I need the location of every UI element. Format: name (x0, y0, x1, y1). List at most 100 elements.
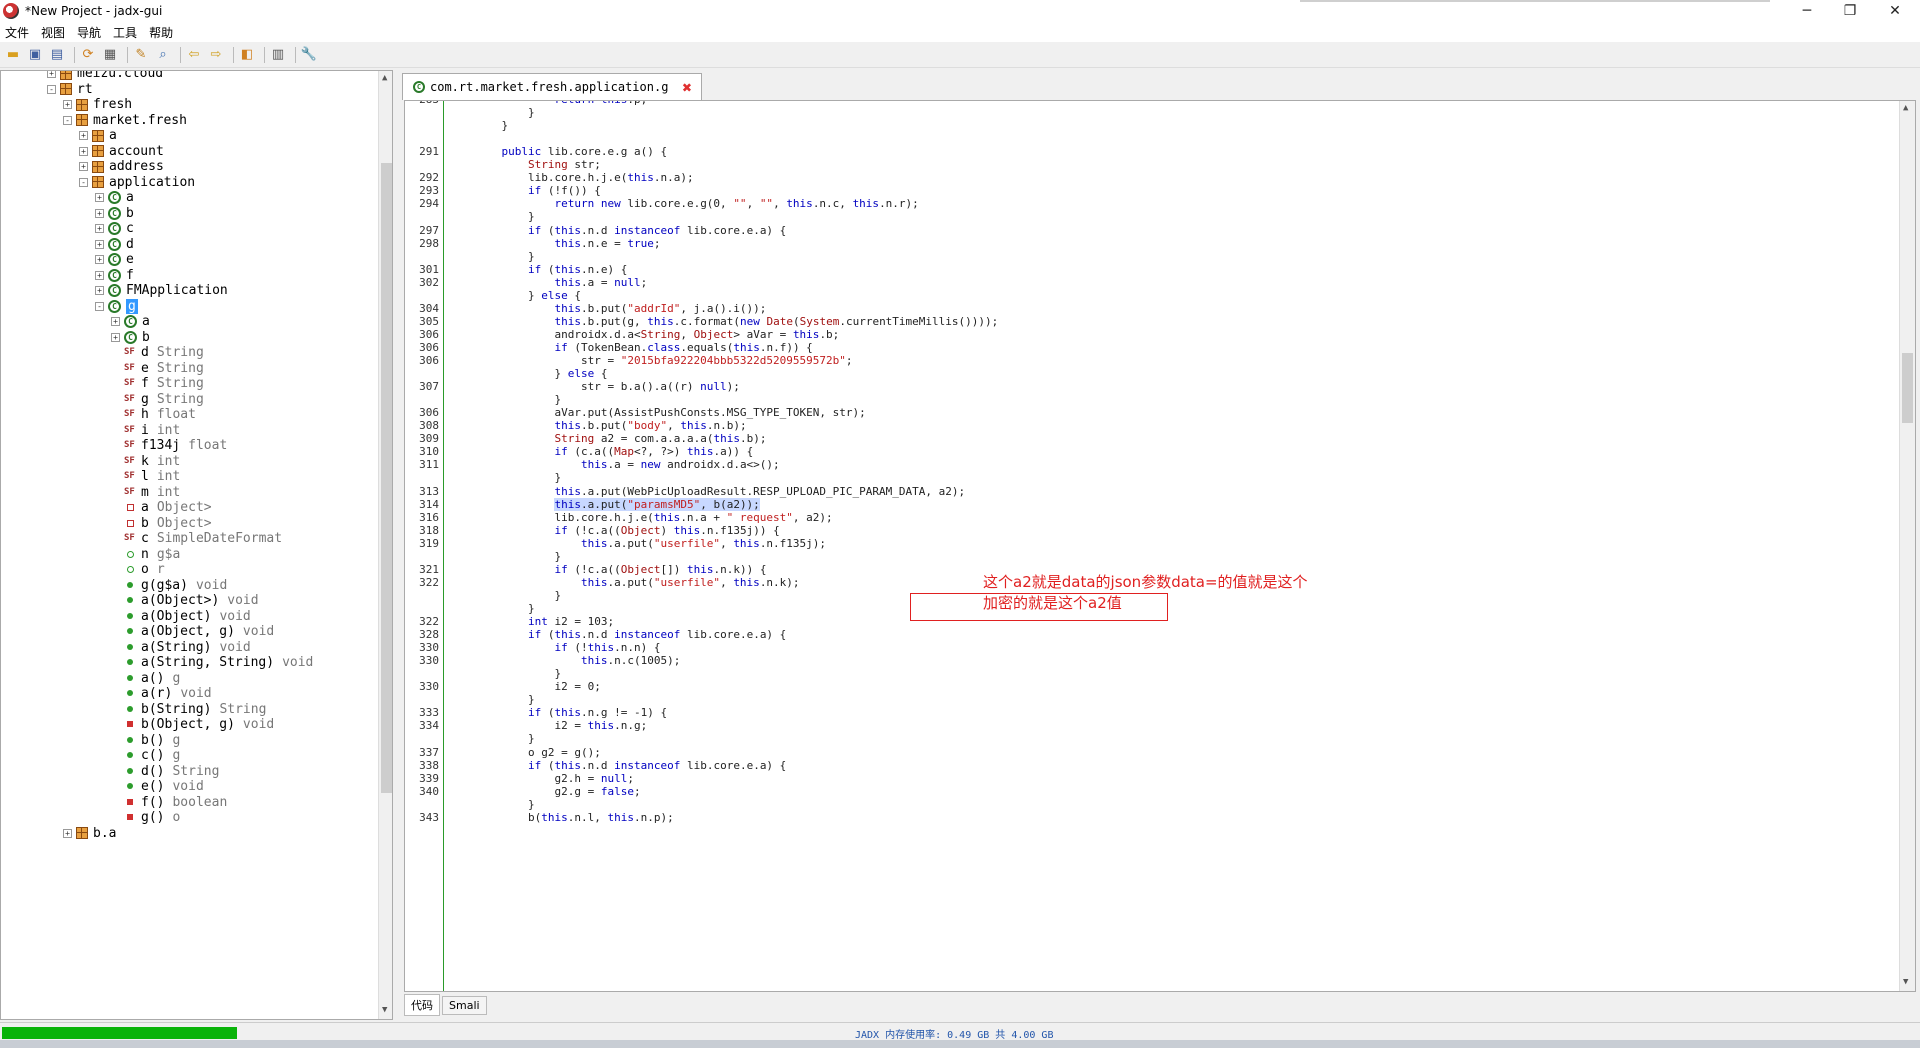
code-line[interactable]: } (475, 667, 561, 680)
code-line[interactable]: if (this.n.e) { (475, 263, 627, 276)
code-line[interactable]: this.a.put("userfile", this.n.k); (475, 576, 800, 589)
expand-icon[interactable]: + (79, 146, 88, 156)
save-icon[interactable]: ▣ (26, 46, 44, 64)
code-line[interactable]: this.a.put(WebPicUploadResult.RESP_UPLOA… (475, 485, 965, 498)
code-line[interactable]: if (!f()) { (475, 184, 601, 197)
expand-icon[interactable]: + (111, 332, 120, 342)
scroll-down-icon[interactable]: ▼ (382, 1005, 387, 1015)
collapse-icon[interactable]: - (79, 177, 88, 187)
wand-icon[interactable]: ✎ (132, 46, 150, 64)
code-line[interactable]: this.a.put("userfile", this.n.f135j); (475, 537, 826, 550)
expand-icon[interactable]: + (95, 208, 104, 218)
open-folder-icon[interactable]: ▬ (4, 46, 22, 64)
back-icon[interactable]: ⇦ (185, 46, 203, 64)
code-line[interactable]: lib.core.h.j.e(this.n.a + " request", a2… (475, 511, 832, 524)
code-line[interactable]: } (475, 589, 561, 602)
code-editor[interactable]: 这个a2就是data的json参数data=的值就是这个 加密的就是这个a2值 … (404, 100, 1916, 992)
scroll-up-icon[interactable]: ▲ (382, 73, 387, 83)
collapse-icon[interactable]: - (63, 115, 72, 125)
code-line[interactable]: this.a.put("paramsMD5", b(a2)); (475, 497, 760, 511)
code-line[interactable]: if (this.n.d instanceof lib.core.e.a) { (475, 628, 786, 641)
close-button[interactable]: ✕ (1875, 0, 1915, 22)
package-tree[interactable]: ▲ ▼ + meizu.cloud - rt + fresh - market.fresh + a… (0, 70, 393, 1020)
code-line[interactable]: g2.h = null; (475, 772, 634, 785)
editor-scroll-thumb[interactable] (1902, 353, 1913, 423)
code-line[interactable]: this.b.put("body", this.n.b); (475, 419, 746, 432)
collapse-icon[interactable]: - (47, 84, 56, 94)
code-line[interactable]: if (!this.n.n) { (475, 641, 660, 654)
jar-icon[interactable]: ◧ (238, 46, 256, 64)
menu-file[interactable]: 文件 (5, 24, 29, 41)
code-line[interactable]: public lib.core.e.g a() { (475, 145, 668, 158)
code-line[interactable]: if (TokenBean.class.equals(this.n.f)) { (475, 341, 812, 354)
expand-icon[interactable]: + (79, 131, 88, 140)
code-line[interactable]: if (!c.a((Object[]) this.n.k)) { (475, 563, 766, 576)
log-icon[interactable]: ▥ (269, 46, 287, 64)
code-line[interactable]: aVar.put(AssistPushConsts.MSG_TYPE_TOKEN… (475, 406, 865, 419)
tab-code[interactable]: 代码 (404, 994, 440, 1016)
code-line[interactable]: b(this.n.l, this.n.p); (475, 811, 674, 824)
expand-icon[interactable]: + (95, 270, 104, 280)
code-line[interactable]: } (475, 119, 508, 132)
code-line[interactable]: } else { (475, 367, 607, 380)
code-line[interactable]: this.a = null; (475, 276, 647, 289)
menu-view[interactable]: 视图 (41, 24, 65, 41)
forward-icon[interactable]: ⇨ (207, 46, 225, 64)
tree-scrollbar[interactable]: ▲ ▼ (378, 71, 392, 1019)
expand-icon[interactable]: + (47, 71, 56, 78)
expand-icon[interactable]: + (63, 828, 72, 838)
code-line[interactable]: } (475, 471, 561, 484)
code-line[interactable]: } (475, 210, 535, 223)
code-line[interactable]: } (475, 693, 535, 706)
code-line[interactable]: if (this.n.d instanceof lib.core.e.a) { (475, 224, 786, 237)
settings-icon[interactable]: 🔧 (300, 46, 318, 64)
expand-icon[interactable]: + (63, 100, 72, 109)
save-all-icon[interactable]: ▤ (48, 46, 66, 64)
tab-class-g[interactable]: C com.rt.market.fresh.application.g ✖ (402, 73, 702, 100)
code-line[interactable]: } (475, 106, 535, 119)
tree-node[interactable]: + b.a (63, 824, 116, 843)
code-line[interactable]: } (475, 602, 535, 615)
code-line[interactable]: this.a = new androidx.d.a<>(); (475, 458, 780, 471)
code-line[interactable]: o g2 = g(); (475, 746, 601, 759)
code-line[interactable]: this.b.put(g, this.c.format(new Date(Sys… (475, 315, 998, 328)
expand-icon[interactable]: + (79, 162, 88, 171)
code-line[interactable]: str = b.a().a((r) null); (475, 380, 740, 393)
code-line[interactable]: } (475, 732, 535, 745)
code-line[interactable]: } (475, 393, 561, 406)
code-line[interactable]: this.n.c(1005); (475, 654, 680, 667)
code-line[interactable]: String str; (475, 158, 601, 171)
expand-icon[interactable]: + (95, 239, 104, 249)
expand-icon[interactable]: + (95, 224, 104, 233)
find-icon[interactable]: ⌕ (154, 46, 172, 64)
code-line[interactable]: lib.core.h.j.e(this.n.a); (475, 171, 694, 184)
menu-navigate[interactable]: 导航 (77, 24, 101, 41)
code-line[interactable]: this.n.e = true; (475, 237, 660, 250)
code-line[interactable]: return new lib.core.e.g(0, "", "", this.… (475, 197, 918, 210)
code-line[interactable]: this.b.put("addrId", j.a().i()); (475, 302, 766, 315)
code-line[interactable]: int i2 = 103; (475, 615, 614, 628)
code-line[interactable]: } (475, 798, 535, 811)
menu-tools[interactable]: 工具 (113, 24, 137, 41)
expand-icon[interactable]: + (95, 193, 104, 202)
minimize-button[interactable]: ─ (1787, 0, 1827, 22)
tab-smali[interactable]: Smali (442, 995, 487, 1015)
scroll-up-icon[interactable]: ▲ (1903, 103, 1908, 113)
code-line[interactable]: if (this.n.g != -1) { (475, 706, 667, 719)
close-tab-icon[interactable]: ✖ (682, 78, 692, 97)
code-line[interactable]: if (c.a((Map<?, ?>) this.a)) { (475, 445, 753, 458)
restore-button[interactable]: ❐ (1830, 0, 1870, 22)
code-line[interactable]: i2 = 0; (475, 680, 600, 693)
code-line[interactable]: g2.g = false; (475, 785, 640, 798)
expand-icon[interactable]: + (95, 286, 104, 295)
code-line[interactable]: str = "2015bfa922204bbb5322d5209559572b"… (475, 354, 853, 367)
grid-icon[interactable]: ▦ (101, 46, 119, 64)
menu-help[interactable]: 帮助 (149, 24, 173, 41)
collapse-icon[interactable]: - (95, 301, 104, 311)
code-line[interactable]: androidx.d.a<String, Object> aVar = this… (475, 328, 839, 341)
code-line[interactable]: String a2 = com.a.a.a.a(this.b); (475, 432, 766, 445)
code-line[interactable]: if (!c.a((Object) this.n.f135j)) { (475, 524, 779, 537)
code-line[interactable]: } (475, 250, 535, 263)
tree-scroll-thumb[interactable] (381, 163, 392, 793)
tree-node[interactable]: g() o (111, 808, 180, 827)
